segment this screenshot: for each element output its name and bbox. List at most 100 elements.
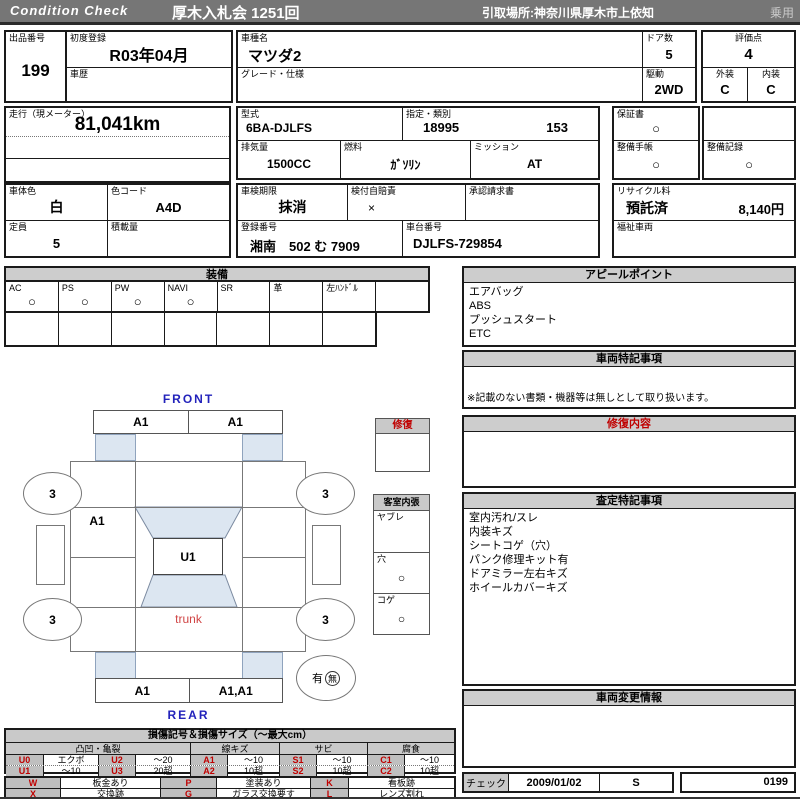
wheel-front-left: 3: [23, 472, 82, 515]
roof-damage: U1: [180, 549, 196, 564]
wheel-front-right: 3: [296, 472, 355, 515]
front-pillar-left: [95, 434, 136, 461]
interior-grade: C: [766, 81, 776, 97]
exterior-grade: C: [720, 81, 730, 97]
legend-code: U0: [6, 755, 43, 765]
body-color-value: 白: [49, 199, 64, 215]
inspection-expiry-value: 抹消: [278, 199, 307, 215]
legend-code: A2: [190, 766, 227, 776]
transmission-value: AT: [526, 157, 543, 171]
registration-number-label: 登録番号: [241, 222, 278, 232]
appeal-points-title: アピールポイント: [464, 268, 794, 283]
legend-value: 10超: [404, 766, 454, 776]
repair-mark-legend-table: W 板金あり P 塗装あり K 看板跡 X 交換跡 G ガラス交換要す L レン…: [4, 776, 456, 799]
legend-code: P: [160, 778, 216, 788]
rear-label: REAR: [167, 708, 210, 722]
maintenance-book-mark: ○: [652, 156, 660, 172]
recycle-fee-label: リサイクル料: [617, 186, 671, 196]
rear-damage-left: A1: [96, 679, 190, 702]
legend-value: ～20: [135, 755, 190, 765]
rear-damage-right: A1,A1: [218, 683, 253, 698]
cabin-row-hole: 穴 ○: [374, 552, 429, 593]
brand-logo: Condition Check: [10, 3, 129, 18]
appeal-points-section: アピールポイント エアバッグ ABS プッシュスタート ETC: [462, 266, 796, 347]
title-bar-rule: [0, 22, 800, 25]
auction-sheet: Condition Check 厚木入札会 1251回 引取場所:神奈川県厚木市…: [0, 0, 800, 800]
legend-group: 線キズ: [190, 743, 279, 754]
rear-pillar-right: [242, 652, 283, 679]
mileage-cell: 走行（現メーター） 81,041km: [4, 106, 231, 183]
assessment-notes-title: 査定特記事項: [464, 494, 794, 509]
legend-code: K: [310, 778, 348, 788]
equipment-cell-navi: NAVI ○: [163, 282, 217, 311]
grade-value: [238, 77, 642, 101]
check-grade: S: [632, 776, 640, 789]
equipment-mark: [376, 291, 428, 311]
front-bumper-box: A1 A1: [93, 410, 283, 434]
welfare-vehicle-value: [614, 230, 794, 256]
warranty-mark: ○: [652, 121, 660, 136]
assessment-item: ホイールカバーキズ: [469, 582, 568, 594]
first-registration-value: R03年04月: [109, 48, 189, 65]
type-number: 18995: [423, 120, 460, 135]
recycle-status: 預託済: [626, 200, 668, 216]
pickup-location: 引取場所:神奈川県厚木市上依知: [482, 6, 654, 20]
legend-group: サビ: [279, 743, 367, 754]
right-side-panel: [312, 525, 341, 585]
vehicle-notes-title: 車両特記事項: [464, 352, 794, 367]
inspection-registration-table: 車検期限 抹消 検付自賠責 × 承認請求書 登録番号 湘南 502 む 7909…: [236, 183, 600, 258]
equipment-cell-extra: [375, 282, 428, 311]
history-value: [67, 77, 231, 101]
legend-value: 板金あり: [60, 778, 160, 788]
appeal-points-list: エアバッグ ABS プッシュスタート ETC: [464, 283, 794, 343]
equipment-mark: ○: [186, 293, 195, 309]
legend-value: ～10: [316, 755, 367, 765]
insurance-mark: ×: [368, 201, 376, 215]
wheel-rear-left: 3: [23, 598, 82, 641]
cabin-row-burn: コゲ ○: [374, 593, 429, 634]
equipment-row: AC ○ PS ○ PW ○ NAVI ○ SR 革 左ﾊﾝﾄﾞﾙ: [4, 280, 430, 313]
left-side-panel: [36, 525, 65, 585]
legend-value: ～10: [227, 755, 279, 765]
presence-yes: 有: [312, 673, 323, 685]
check-label: チェック: [464, 774, 509, 791]
legend-value: 看板跡: [348, 778, 454, 788]
front-label: FRONT: [162, 392, 215, 406]
check-date: 2009/01/02: [509, 774, 600, 791]
front-pillar-right: [242, 434, 283, 461]
legend-value: 塗装あり: [216, 778, 310, 788]
damage-legend-table: 損傷記号＆損傷サイズ（～最大cm） 凸凹・亀裂 線キズ サビ 腐食 U0 エクボ…: [4, 728, 456, 776]
color-code-value: A4D: [155, 199, 182, 215]
legend-code: C2: [367, 766, 404, 776]
presence-no-circled: 無: [325, 670, 340, 686]
score-cell: 評価点 4 外装 C 内装 C: [701, 30, 796, 103]
legend-code: A1: [190, 755, 227, 765]
equipment-cell-leather: 革: [269, 282, 322, 311]
insurance-label: 検付自賠責: [351, 186, 397, 196]
maintenance-record-cell: 整備記録 ○: [702, 106, 796, 180]
chassis-number-value: DJLFS-729854: [413, 236, 502, 251]
check-row: チェック 2009/01/02 S: [462, 772, 674, 793]
legend-code: U1: [6, 766, 43, 776]
appeal-item: プッシュスタート: [469, 314, 557, 326]
model-code-label: 型式: [241, 109, 260, 119]
type-class-label: 指定・類別: [406, 109, 452, 119]
legend-value: ～10: [43, 766, 98, 776]
equipment-cell-ac: AC ○: [6, 282, 58, 311]
repair-flag-box: 修復: [375, 418, 430, 472]
cabin-lining-box: 客室内張 ヤブレ 穴 ○ コゲ ○: [373, 494, 430, 635]
assessment-item: シートコゲ（穴）: [469, 540, 557, 552]
name-doors-cell: 車種名 マツダ2 グレード・仕様 ドア数 5 駆動 2WD: [236, 30, 697, 103]
vehicle-category: 乗用: [769, 6, 794, 20]
cabin-row-tear: ヤブレ: [374, 511, 429, 552]
approval-request-value: [466, 194, 598, 220]
equipment-cell-pw: PW ○: [110, 282, 164, 311]
equipment-mark: ○: [133, 293, 142, 309]
presence-oval: 有 無: [296, 655, 356, 701]
serial-box: 0199: [680, 772, 796, 793]
assessment-item: 室内汚れ/スレ: [469, 512, 539, 524]
score-value: 4: [744, 45, 753, 63]
legend-code: S2: [279, 766, 316, 776]
recycle-fee-value: 8,140円: [738, 201, 784, 217]
trunk-label: trunk: [175, 612, 202, 626]
